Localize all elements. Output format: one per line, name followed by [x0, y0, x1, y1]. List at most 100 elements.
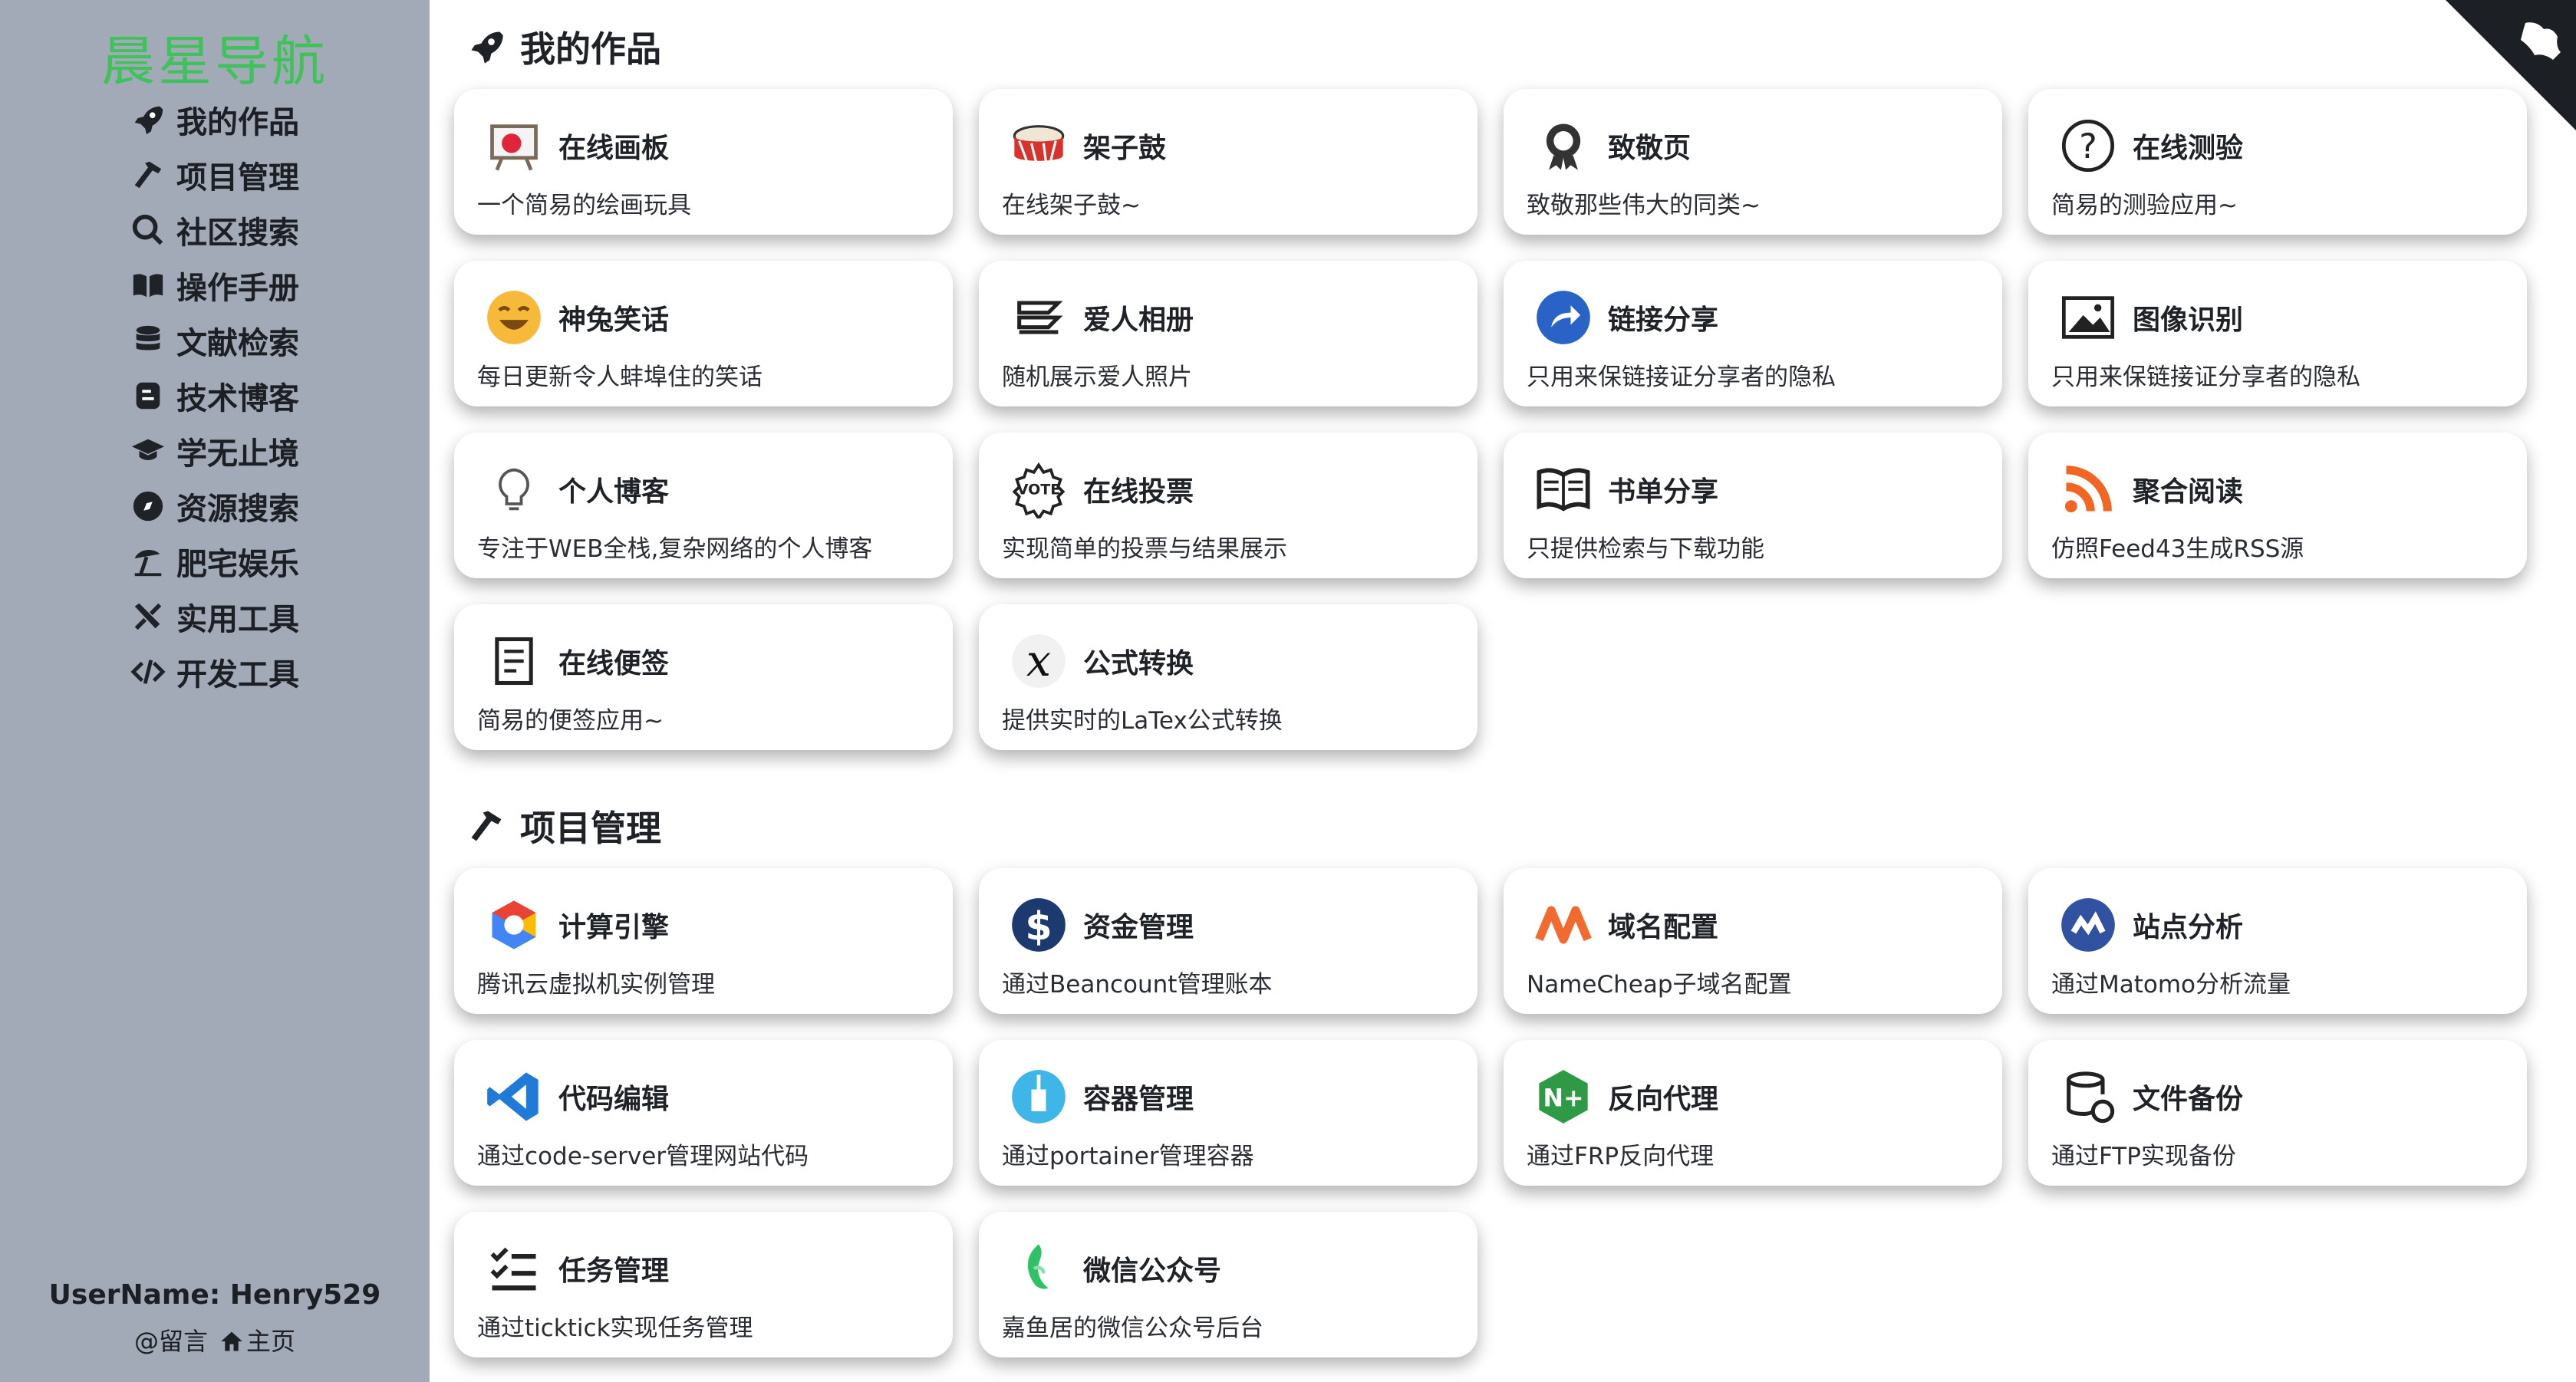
card-title: 微信公众号	[1083, 1255, 1222, 1287]
app-card[interactable]: x 公式转换提供实时的LaTex公式转换	[979, 604, 1477, 750]
home-link-label: 主页	[246, 1327, 296, 1356]
github-octocat-icon	[2446, 0, 2576, 130]
sidebar-item[interactable]: 技术博客	[0, 368, 430, 423]
sidebar-links: @留言 主页	[0, 1322, 430, 1357]
card-description: 只提供检索与下载功能	[1527, 535, 1764, 563]
app-card[interactable]: 书单分享 只提供检索与下载功能	[1504, 433, 2002, 578]
app-card[interactable]: 站点分析通过Matomo分析流量	[2028, 868, 2527, 1014]
rocket-icon	[466, 27, 506, 67]
sidebar-item[interactable]: 资源搜索	[0, 479, 430, 534]
dollar-icon: $	[1010, 896, 1068, 954]
app-card[interactable]: 任务管理通过ticktick实现任务管理	[454, 1212, 953, 1357]
card-title: 容器管理	[1083, 1084, 1194, 1115]
card-title: 公式转换	[1083, 648, 1194, 679]
card-description: 通过Matomo分析流量	[2051, 971, 2291, 999]
book-icon	[130, 268, 166, 303]
card-description: 只用来保链接证分享者的隐私	[2051, 364, 2360, 391]
notepad-icon	[485, 632, 543, 690]
message-link[interactable]: @留言	[134, 1327, 208, 1356]
backup-icon	[2059, 1068, 2117, 1126]
app-card[interactable]: 图像识别 只用来保链接证分享者的隐私	[2028, 261, 2527, 406]
sidebar-item[interactable]: 开发工具	[0, 644, 430, 699]
app-card[interactable]: 爱人相册 随机展示爱人照片	[979, 261, 1477, 406]
card-description: 通过ticktick实现任务管理	[477, 1315, 753, 1342]
sidebar-item[interactable]: 肥宅娱乐	[0, 534, 430, 589]
sidebar: 晨星导航 我的作品项目管理社区搜索操作手册文献检索技术博客学无止境资源搜索肥宅娱…	[0, 0, 430, 1382]
card-description: 提供实时的LaTex公式转换	[1002, 707, 1283, 735]
card-description: 通过Beancount管理账本	[1002, 971, 1273, 999]
home-icon	[221, 1331, 242, 1351]
app-card[interactable]: $ 资金管理 通过Beancount管理账本	[979, 868, 1477, 1014]
sidebar-item[interactable]: 项目管理	[0, 147, 430, 202]
card-title: 站点分析	[2133, 912, 2244, 943]
svg-text:x: x	[1026, 636, 1051, 686]
card-description: 在线架子鼓~	[1002, 192, 1141, 219]
drum-icon	[1010, 117, 1068, 175]
share-icon	[1534, 288, 1593, 347]
app-card[interactable]: 在线画板一个简易的绘画玩具	[454, 89, 953, 235]
main-content: 我的作品 在线画板 一个简易的绘画玩具 架子鼓 在线架子鼓~ 致敬页 致敬那些伟大的同类~…	[430, 0, 2576, 1382]
container-icon	[1010, 1068, 1068, 1126]
wechat-icon	[1010, 1239, 1068, 1298]
app-card[interactable]: 域名配置 NameCheap子域名配置	[1504, 868, 2002, 1014]
card-description: 一个简易的绘画玩具	[477, 192, 691, 219]
card-title: 在线测验	[2133, 133, 2244, 164]
app-card[interactable]: VOTE 在线投票 实现简单的投票与结果展示	[979, 433, 1477, 578]
card-description: 通过code-server管理网站代码	[477, 1143, 809, 1170]
sidebar-item[interactable]: 社区搜索	[0, 202, 430, 258]
app-card[interactable]: 架子鼓 在线架子鼓~	[979, 89, 1477, 235]
sidebar-item[interactable]: 学无止境	[0, 423, 430, 479]
section-title-label: 我的作品	[520, 28, 661, 70]
card-description: 通过FRP反向代理	[1527, 1143, 1715, 1170]
open-book-icon	[1534, 460, 1593, 518]
card-description: NameCheap子域名配置	[1527, 971, 1792, 999]
hammer-icon	[466, 806, 506, 846]
vote-icon: VOTE	[1010, 460, 1068, 522]
username-label: UserName: Henry529	[48, 1279, 381, 1311]
sidebar-item-label: 实用工具	[176, 602, 299, 637]
app-card[interactable]: 神兔笑话 每日更新令人蚌埠住的笑话	[454, 261, 953, 406]
lightbulb-icon	[485, 460, 543, 518]
card-title: 在线画板	[558, 133, 670, 164]
sidebar-item-label: 肥宅娱乐	[176, 547, 299, 582]
compass-icon	[130, 489, 166, 524]
umbrella-beach-icon	[130, 544, 166, 579]
card-title: 任务管理	[558, 1255, 670, 1287]
card-title: 在线便签	[558, 648, 670, 679]
app-card[interactable]: 个人博客 专注于WEB全栈,复杂网络的个人博客	[454, 433, 953, 578]
sidebar-item-label: 文献检索	[176, 326, 299, 361]
app-card[interactable]: 代码编辑 通过code-server管理网站代码	[454, 1040, 953, 1186]
namecheap-icon	[1534, 896, 1593, 954]
card-title: 在线投票	[1083, 476, 1194, 508]
card-title: 个人博客	[558, 476, 670, 508]
sidebar-item[interactable]: 实用工具	[0, 589, 430, 644]
sidebar-item-label: 学无止境	[176, 436, 299, 472]
sidebar-item-label: 社区搜索	[176, 216, 299, 251]
app-card[interactable]: N+ 反向代理 通过FRP反向代理	[1504, 1040, 2002, 1186]
github-corner[interactable]	[2446, 0, 2576, 130]
laughing-face-icon	[485, 288, 543, 347]
app-card[interactable]: 聚合阅读 仿照Feed43生成RSS源	[2028, 433, 2527, 578]
brand-title[interactable]: 晨星导航	[0, 18, 430, 96]
vscode-icon	[485, 1068, 543, 1126]
card-description: 随机展示爱人照片	[1002, 364, 1192, 391]
card-title: 神兔笑话	[558, 304, 670, 336]
app-card[interactable]: 容器管理 通过portainer管理容器	[979, 1040, 1477, 1186]
card-description: 嘉鱼居的微信公众号后台	[1002, 1315, 1263, 1342]
sidebar-item[interactable]: 文献检索	[0, 313, 430, 368]
image-icon	[2059, 288, 2117, 347]
app-card[interactable]: 链接分享 只用来保链接证分享者的隐私	[1504, 261, 2002, 406]
sidebar-item-label: 项目管理	[176, 160, 299, 196]
home-link[interactable]: 主页	[220, 1327, 295, 1356]
sidebar-item-label: 开发工具	[176, 657, 299, 693]
svg-text:N+: N+	[1543, 1085, 1583, 1113]
sidebar-item[interactable]: 操作手册	[0, 258, 430, 313]
app-card[interactable]: 致敬页 致敬那些伟大的同类~	[1504, 89, 2002, 235]
sidebar-item[interactable]: 我的作品	[0, 92, 430, 147]
app-card[interactable]: 在线便签 简易的便签应用~	[454, 604, 953, 750]
compute-engine-icon	[485, 896, 543, 954]
app-card[interactable]: 计算引擎 腾讯云虚拟机实例管理	[454, 868, 953, 1014]
section-title-projects: 项目管理	[466, 801, 661, 851]
app-card[interactable]: 微信公众号嘉鱼居的微信公众号后台	[979, 1212, 1477, 1357]
app-card[interactable]: 文件备份 通过FTP实现备份	[2028, 1040, 2527, 1186]
